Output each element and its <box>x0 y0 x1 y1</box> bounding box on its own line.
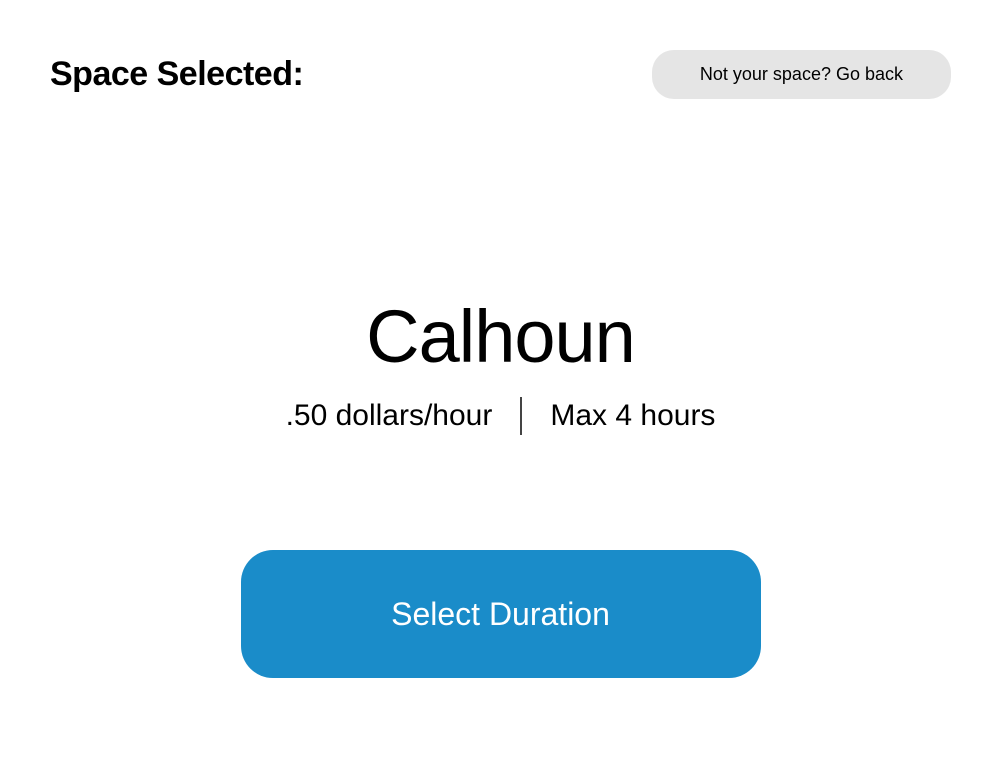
divider <box>520 397 522 435</box>
select-duration-button[interactable]: Select Duration <box>241 550 761 678</box>
go-back-button[interactable]: Not your space? Go back <box>652 50 951 99</box>
space-name: Calhoun <box>0 294 1001 379</box>
space-rate: .50 dollars/hour <box>286 399 493 433</box>
header: Space Selected: Not your space? Go back <box>0 0 1001 99</box>
space-details: .50 dollars/hour Max 4 hours <box>0 397 1001 435</box>
main-content: Calhoun .50 dollars/hour Max 4 hours Sel… <box>0 294 1001 678</box>
page-title: Space Selected: <box>50 55 303 94</box>
space-max-time: Max 4 hours <box>550 399 715 433</box>
